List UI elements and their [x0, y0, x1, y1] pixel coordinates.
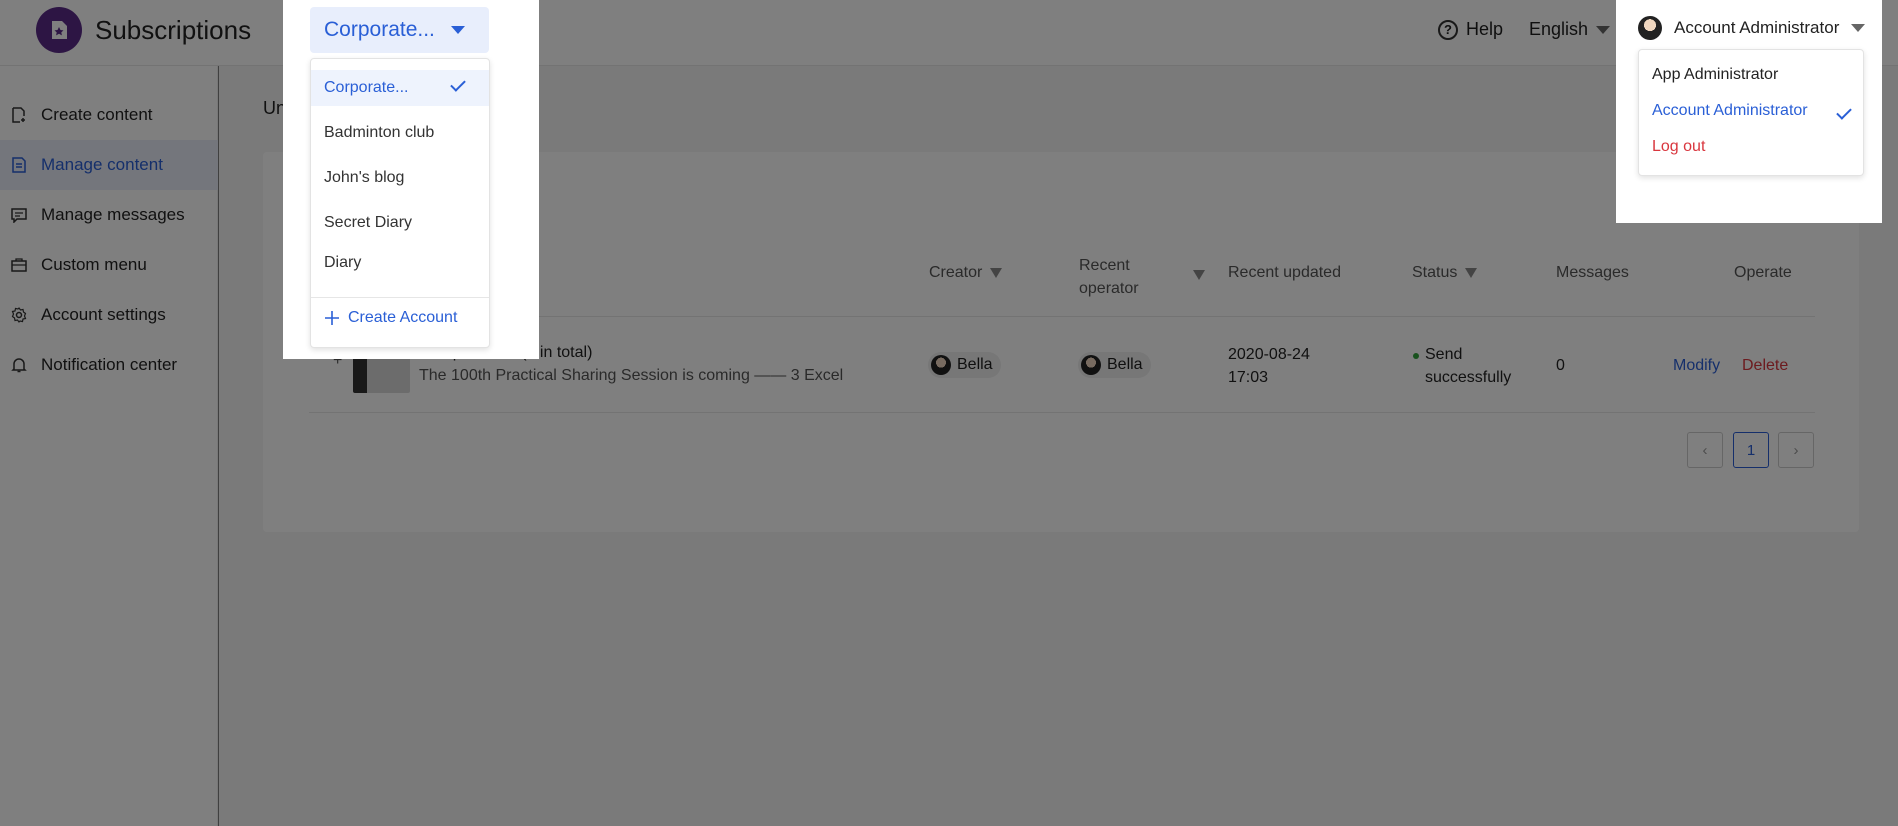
account-option-johns-blog[interactable]: John's blog	[311, 160, 489, 196]
user-option-account-administrator[interactable]: Account Administrator	[1652, 102, 1808, 120]
account-switcher-panel: Corporate... Corporate... Badminton club…	[283, 0, 539, 359]
current-account-label: Corporate...	[324, 18, 435, 41]
caret-down-icon	[450, 26, 465, 34]
account-dropdown: Corporate... Badminton club John's blog …	[310, 58, 490, 348]
avatar	[1638, 16, 1662, 40]
user-name-label: Account Administrator	[1674, 18, 1840, 37]
caret-down-icon	[1851, 24, 1866, 32]
create-account-button[interactable]: Create Account	[324, 309, 457, 327]
account-option-badminton-club[interactable]: Badminton club	[311, 115, 489, 151]
account-option-corporate[interactable]: Corporate...	[311, 70, 489, 106]
check-icon	[450, 76, 466, 92]
plus-icon	[325, 311, 339, 325]
account-switcher-button[interactable]: Corporate...	[310, 7, 489, 53]
user-menu-button[interactable]: Account Administrator	[1638, 16, 1866, 40]
user-option-app-administrator[interactable]: App Administrator	[1652, 66, 1778, 84]
user-menu-panel: Account Administrator App Administrator …	[1616, 0, 1882, 223]
logout-button[interactable]: Log out	[1652, 138, 1705, 156]
divider	[311, 297, 489, 298]
check-icon	[1836, 104, 1852, 120]
account-option-diary[interactable]: Diary	[311, 245, 489, 281]
account-option-secret-diary[interactable]: Secret Diary	[311, 205, 489, 241]
user-dropdown: App Administrator Account Administrator …	[1638, 49, 1864, 176]
